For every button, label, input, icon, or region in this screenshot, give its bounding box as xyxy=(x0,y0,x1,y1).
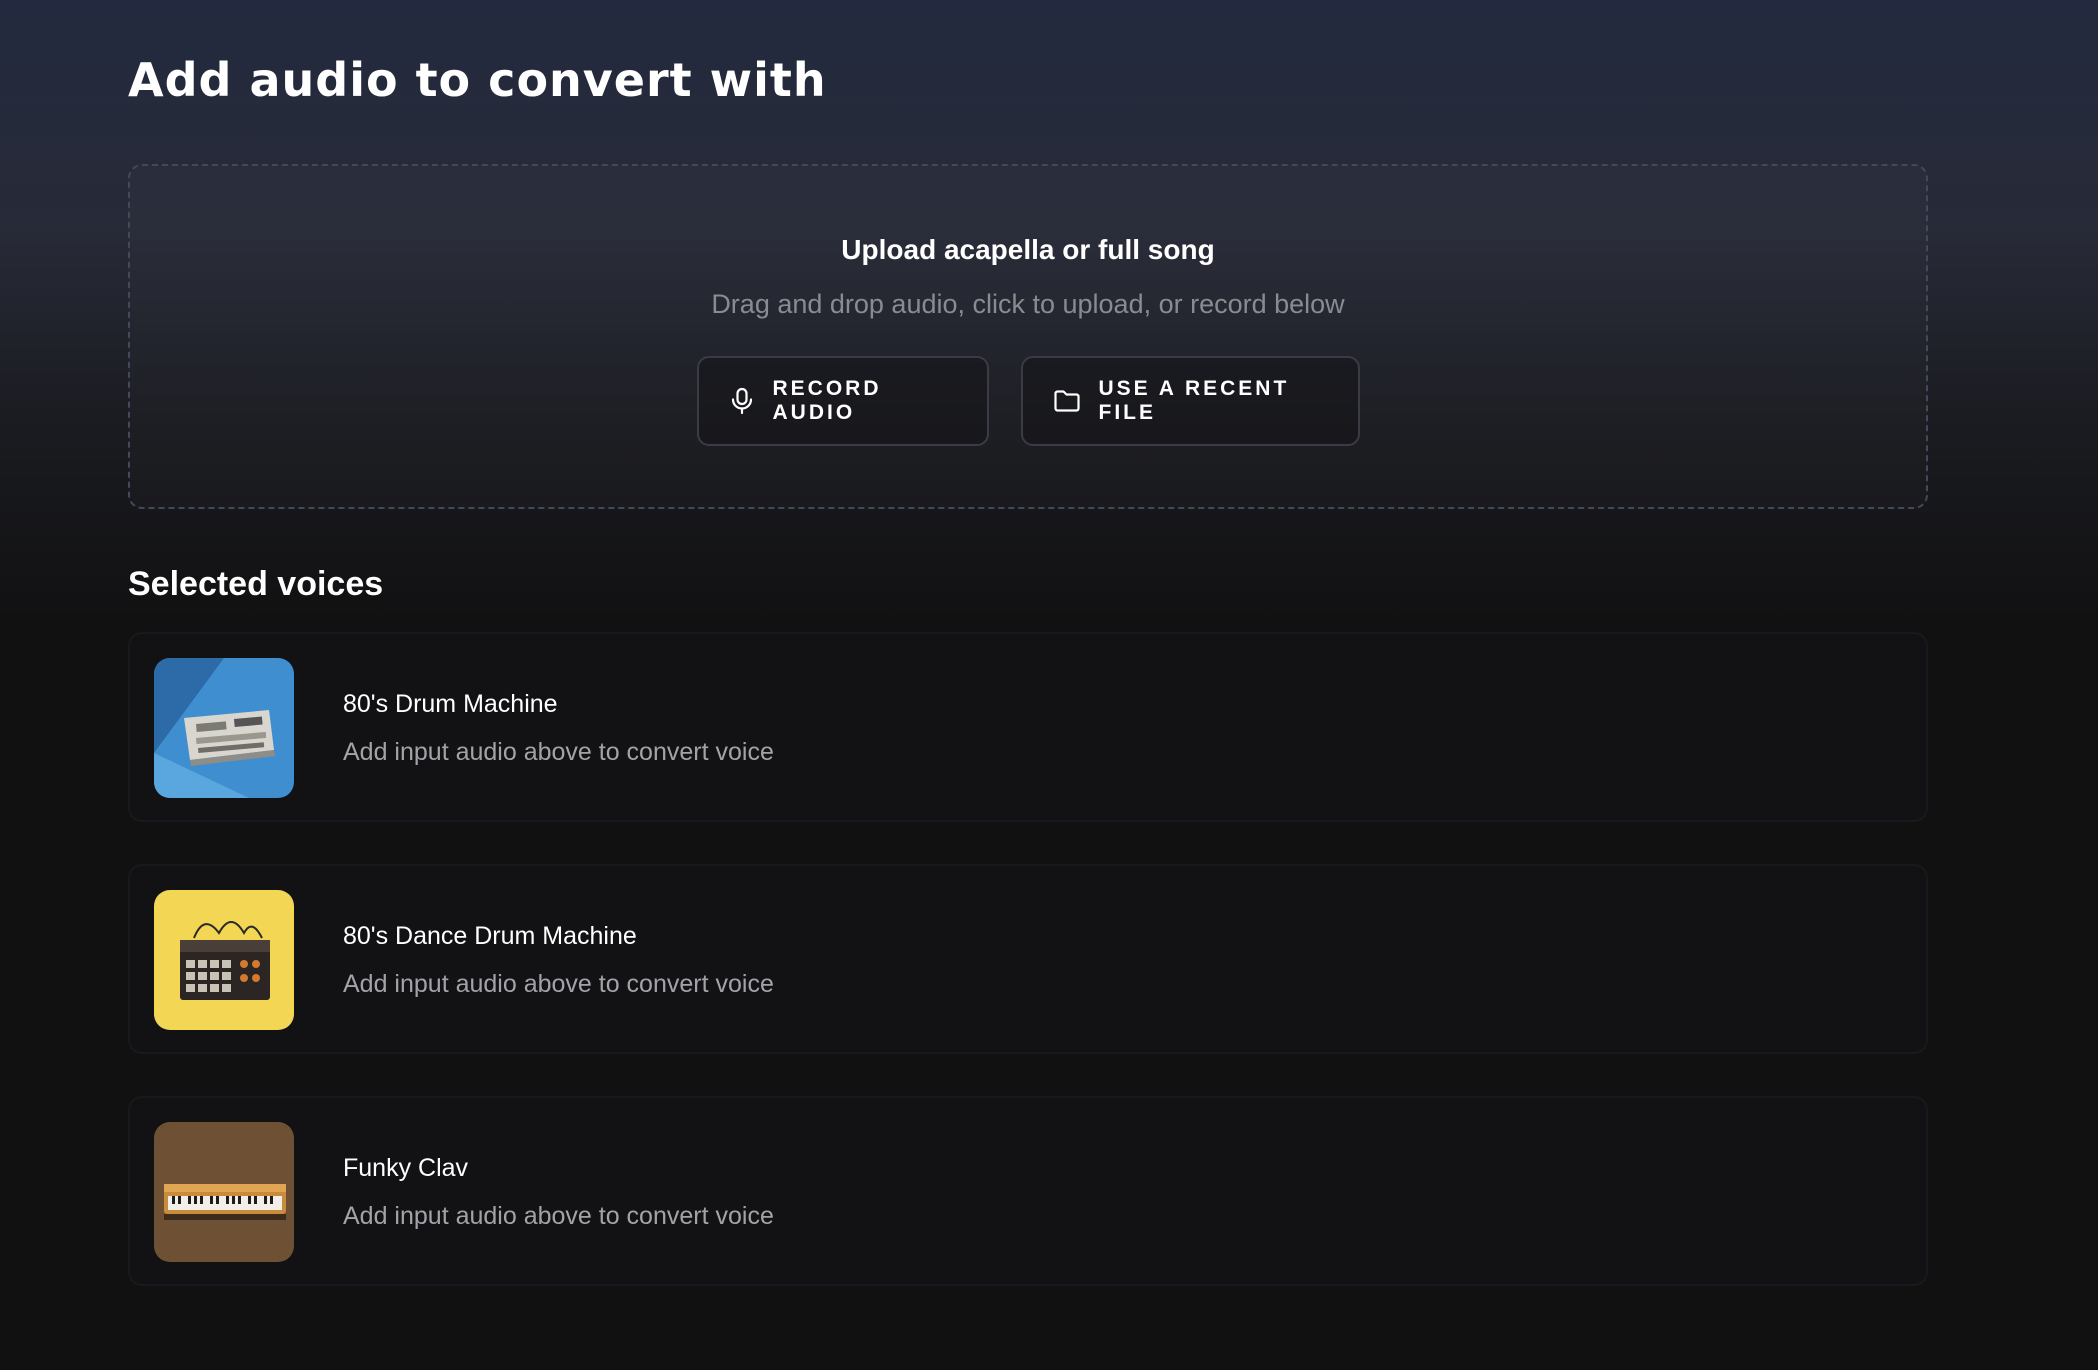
selected-voices-title: Selected voices xyxy=(128,565,384,603)
use-recent-file-button[interactable]: USE A RECENT FILE xyxy=(1020,356,1360,446)
audio-upload-dropzone[interactable]: Upload acapella or full song Drag and dr… xyxy=(128,164,1928,509)
clavinet-image xyxy=(154,1122,294,1262)
voice-name: Funky Clav xyxy=(343,1154,469,1182)
dropzone-actions: RECORD AUDIO USE A RECENT FILE xyxy=(130,356,1926,446)
voice-status: Add input audio above to convert voice xyxy=(343,738,774,766)
record-audio-label: RECORD AUDIO xyxy=(772,377,882,424)
voice-name: 80's Drum Machine xyxy=(343,690,558,718)
dropzone-instructions: Drag and drop audio, click to upload, or… xyxy=(711,289,1345,319)
voice-card[interactable]: 80's Dance Drum Machine Add input audio … xyxy=(128,864,1928,1054)
dance-drum-machine-image xyxy=(154,890,294,1030)
voice-thumbnail xyxy=(154,658,294,798)
voice-card[interactable]: Funky Clav Add input audio above to conv… xyxy=(128,1096,1928,1286)
page-title: Add audio to convert with xyxy=(128,53,827,107)
voice-card[interactable]: 80's Drum Machine Add input audio above … xyxy=(128,632,1928,822)
drum-machine-image xyxy=(154,658,294,798)
voice-name: 80's Dance Drum Machine xyxy=(343,922,637,950)
microphone-icon xyxy=(729,387,755,415)
folder-icon xyxy=(1053,389,1081,413)
selected-voices-list: 80's Drum Machine Add input audio above … xyxy=(128,632,1928,1328)
dropzone-heading: Upload acapella or full song xyxy=(841,234,1215,265)
voice-thumbnail xyxy=(154,1122,294,1262)
use-recent-file-label: USE A RECENT FILE xyxy=(1098,377,1290,424)
voice-thumbnail xyxy=(154,890,294,1030)
record-audio-button[interactable]: RECORD AUDIO xyxy=(696,356,989,446)
voice-status: Add input audio above to convert voice xyxy=(343,970,774,998)
voice-status: Add input audio above to convert voice xyxy=(343,1202,774,1230)
